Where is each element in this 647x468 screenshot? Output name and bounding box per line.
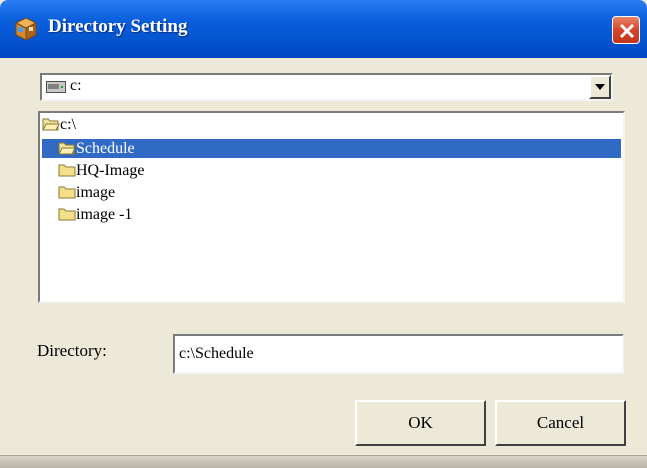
directory-tree[interactable]: c:\ Schedule HQ-Image image image -1 [38, 111, 625, 303]
window-bottom-frame [0, 455, 647, 468]
ok-button[interactable]: OK [355, 400, 486, 446]
close-button[interactable] [612, 16, 640, 44]
drive-icon [46, 81, 66, 93]
close-icon [619, 23, 635, 39]
tree-item-label: HQ-Image [76, 162, 145, 179]
tree-item-image[interactable]: image [58, 183, 178, 202]
settings-cube-icon [14, 17, 38, 41]
directory-field[interactable] [173, 334, 624, 374]
tree-item-label: Schedule [76, 140, 135, 157]
tree-item-root[interactable]: c:\ [42, 115, 122, 134]
folder-icon [58, 186, 76, 199]
tree-item-label: image -1 [76, 206, 133, 223]
drive-dropdown-button[interactable] [589, 75, 611, 99]
window-title: Directory Setting [48, 16, 188, 37]
tree-item-image-1[interactable]: image -1 [58, 205, 198, 224]
tree-item-label: c:\ [60, 116, 76, 133]
cancel-button[interactable]: Cancel [495, 400, 626, 446]
directory-setting-dialog: Directory Setting c: c:\ Schedule HQ-Ima… [0, 0, 647, 468]
open-folder-icon [58, 142, 76, 155]
drive-select-value: c: [70, 77, 82, 94]
directory-label: Directory: [37, 341, 107, 360]
drive-select[interactable]: c: [40, 73, 613, 101]
chevron-down-icon [595, 84, 605, 90]
folder-icon [58, 208, 76, 221]
tree-item-schedule[interactable]: Schedule [42, 139, 621, 158]
tree-item-label: image [76, 184, 116, 201]
tree-item-hq-image[interactable]: HQ-Image [58, 161, 218, 180]
folder-icon [58, 164, 76, 177]
title-bar[interactable]: Directory Setting [0, 0, 647, 58]
open-folder-icon [42, 118, 60, 131]
